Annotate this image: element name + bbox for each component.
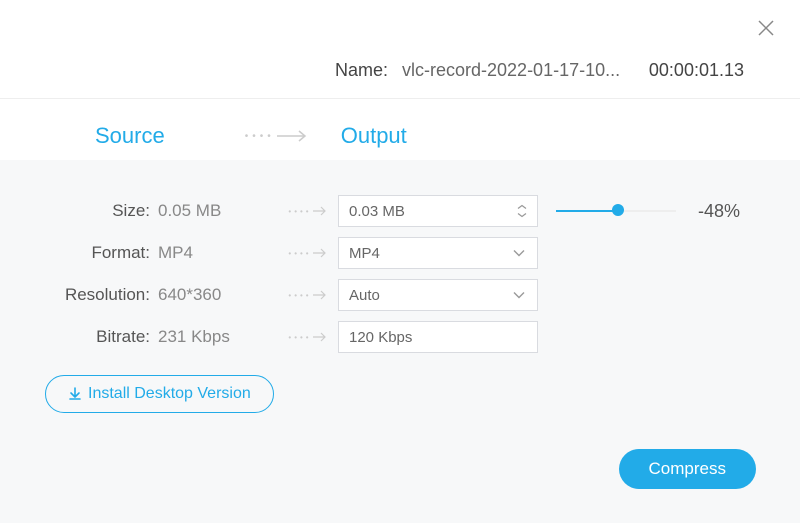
bitrate-input[interactable]: 120 Kbps (338, 321, 538, 353)
arrow-icon: •••• (278, 248, 338, 258)
arrow-icon: •••• (278, 206, 338, 216)
format-output-value: MP4 (349, 245, 380, 262)
size-percent: -48% (698, 201, 740, 222)
install-desktop-button[interactable]: Install Desktop Version (45, 375, 274, 413)
size-label: Size: (40, 201, 150, 221)
arrow-icon: •••• (278, 290, 338, 300)
row-format: Format: MP4 •••• MP4 (40, 232, 760, 274)
resolution-output-value: Auto (349, 287, 380, 304)
resolution-select[interactable]: Auto (338, 279, 538, 311)
bitrate-source: 231 Kbps (158, 327, 278, 347)
format-label: Format: (40, 243, 150, 263)
slider-thumb[interactable] (612, 204, 624, 216)
bitrate-label: Bitrate: (40, 327, 150, 347)
row-size: Size: 0.05 MB •••• 0.03 MB -48% (40, 190, 760, 232)
row-resolution: Resolution: 640*360 •••• Auto (40, 274, 760, 316)
format-select[interactable]: MP4 (338, 237, 538, 269)
chevron-down-icon (513, 287, 525, 304)
file-duration: 00:00:01.13 (649, 60, 744, 81)
output-heading: Output (341, 123, 407, 149)
close-icon[interactable] (756, 18, 776, 38)
download-icon (68, 387, 82, 401)
row-bitrate: Bitrate: 231 Kbps •••• 120 Kbps (40, 316, 760, 358)
resolution-source: 640*360 (158, 285, 278, 305)
size-slider[interactable] (556, 206, 676, 216)
arrow-icon: •••• (245, 129, 311, 143)
arrow-icon: •••• (278, 332, 338, 342)
source-heading: Source (95, 123, 165, 149)
name-label: Name: (335, 60, 388, 81)
format-source: MP4 (158, 243, 278, 263)
size-output-value: 0.03 MB (349, 203, 405, 220)
file-name: vlc-record-2022-01-17-10... (402, 60, 620, 81)
install-label: Install Desktop Version (88, 385, 251, 403)
chevron-down-icon (513, 245, 525, 262)
compress-button[interactable]: Compress (619, 449, 756, 489)
size-source: 0.05 MB (158, 201, 278, 221)
file-header: Name: vlc-record-2022-01-17-10... 00:00:… (0, 60, 800, 81)
compress-dialog: Name: vlc-record-2022-01-17-10... 00:00:… (0, 0, 800, 523)
columns-header: Source •••• Output (0, 112, 800, 160)
size-output-stepper[interactable]: 0.03 MB (338, 195, 538, 227)
compress-label: Compress (649, 459, 726, 478)
settings-panel: Size: 0.05 MB •••• 0.03 MB -48% (0, 160, 800, 523)
bitrate-output-value: 120 Kbps (349, 329, 412, 346)
resolution-label: Resolution: (40, 285, 150, 305)
stepper-icon[interactable] (517, 205, 527, 218)
divider (0, 98, 800, 99)
